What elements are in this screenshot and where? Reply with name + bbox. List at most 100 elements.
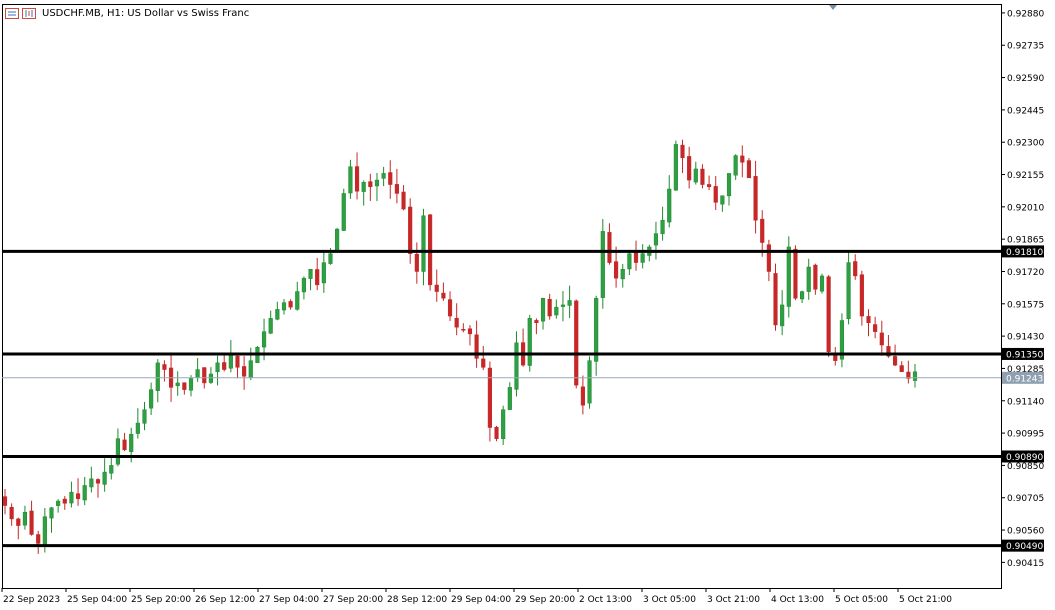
time-tick-label: 28 Sep 12:00 [387,595,447,605]
price-tick-label: 0.90850 [1007,462,1044,472]
plot-frame [2,4,1002,589]
time-tick-label: 25 Sep 04:00 [67,595,127,605]
chart-window[interactable]: USDCHF.MB, H1: US Dollar vs Swiss Franc … [0,0,1055,606]
time-tick-label: 27 Sep 04:00 [259,595,319,605]
bearish-candle [773,263,778,331]
candle-body [547,298,552,317]
candle-body [175,382,180,387]
candle-body [879,332,884,346]
candle-body [261,331,267,348]
price-tick-label: 0.90415 [1007,559,1044,569]
bullish-candle [109,455,114,480]
price-tick-label: 0.91720 [1007,268,1044,278]
candle-body [813,264,818,290]
bullish-candle [806,258,811,300]
bars-icon[interactable] [22,8,36,19]
candle-body [800,291,805,300]
candle-body [859,274,864,317]
candle-body [142,409,147,424]
candle-body [95,479,101,484]
candle-body [394,184,399,194]
time-tick-label: 29 Sep 20:00 [515,595,575,605]
bullish-candle [720,195,725,212]
bullish-candle [341,188,346,231]
bullish-candle [381,166,386,187]
chart-window-icon[interactable] [5,8,19,19]
candle-body [428,214,433,286]
bearish-candle [315,257,320,291]
candle-body [235,355,240,368]
symbol-label: USDCHF.MB, H1: [42,8,125,19]
bullish-candle [155,359,160,403]
bearish-candle [2,488,8,515]
bullish-candle [188,375,194,397]
candle-body [806,266,811,292]
bearish-candle [580,375,585,415]
candle-body [793,248,798,299]
bullish-candle [501,405,506,445]
bullish-candle [819,273,825,294]
current-price-label: 0.91243 [1006,374,1043,384]
bullish-candle [281,299,287,315]
bullish-candle [361,180,366,206]
candle-body [2,496,8,506]
time-tick-label: 26 Sep 12:00 [195,595,255,605]
bearish-candle [793,245,798,301]
bearish-candle [467,325,473,346]
bullish-candle [308,269,313,291]
candle-body [122,439,127,451]
bearish-candle [873,316,878,339]
bearish-candle [746,157,752,179]
candle-body [554,306,559,316]
candle-body [341,193,346,231]
bullish-candle [49,506,54,533]
bearish-candle [461,323,466,333]
chart-header: USDCHF.MB, H1: US Dollar vs Swiss Franc [5,8,249,19]
bullish-candle [560,291,566,322]
level-label: 0.90490 [1006,542,1043,552]
candle-body [534,320,539,323]
candle-body [242,366,247,377]
candle-body [374,179,380,187]
bearish-candle [607,223,612,265]
bullish-candle [135,408,140,439]
time-tick-label: 25 Sep 20:00 [131,595,191,605]
bullish-candle [348,159,353,199]
bearish-candle [494,425,499,442]
candle-body [892,356,898,366]
candle-body [853,261,858,277]
candle-body [633,251,639,263]
candle-body [733,155,738,176]
level-label: 0.91810 [1006,248,1043,258]
bullish-candle [527,314,532,372]
symbol-description: US Dollar vs Swiss Franc [127,8,250,19]
bullish-candle [89,466,94,493]
candle-body [700,168,705,185]
bearish-candle [487,361,492,442]
candle-body [281,302,287,311]
bullish-candle [82,476,87,506]
bearish-candle [521,328,526,367]
bearish-candle [182,382,187,395]
bullish-candle [149,382,154,416]
candle-body [89,478,94,488]
candle-body [149,389,154,409]
candle-body [600,231,605,298]
bearish-candle [401,185,406,211]
bearish-candle [16,517,21,540]
candle-body [75,493,81,500]
candle-body [388,172,393,185]
candle-body [328,253,333,264]
bullish-candle [620,264,625,288]
bullish-candle [554,299,559,319]
price-chart[interactable]: 0.92880 0.92735 0.92590 0.92445 0.92300 0.921… [0,0,1055,606]
bearish-candle [354,152,360,200]
bullish-candle [268,310,273,335]
price-tick-label: 0.91140 [1007,397,1044,407]
bullish-candle [667,175,672,228]
bullish-candle [295,281,300,311]
candle-body [248,360,253,378]
candle-body [873,324,878,332]
candle-body [786,246,791,307]
candle-body [753,176,758,221]
